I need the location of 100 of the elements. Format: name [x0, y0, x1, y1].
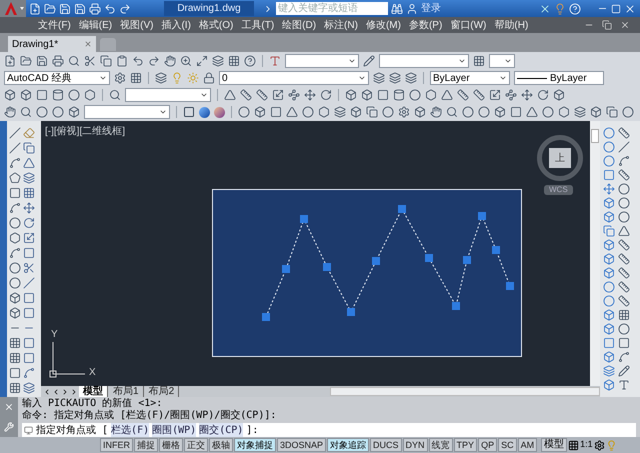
printer-icon[interactable]: [89, 2, 101, 14]
circle-icon[interactable]: [36, 106, 48, 118]
menu-item[interactable]: 插入(I): [161, 18, 191, 32]
circle-icon[interactable]: [603, 295, 615, 307]
triangle-icon[interactable]: [526, 106, 538, 118]
workspace-dropdown[interactable]: AutoCAD 经典: [4, 71, 110, 85]
bulb-icon[interactable]: [554, 2, 566, 14]
close-icon[interactable]: [624, 2, 636, 14]
maximize-icon[interactable]: [611, 4, 621, 14]
circle-icon[interactable]: [622, 106, 634, 118]
status-toggle[interactable]: DUCS: [370, 438, 402, 452]
move-icon[interactable]: [603, 183, 615, 195]
layers-icon[interactable]: [212, 55, 224, 67]
circle-icon[interactable]: [9, 217, 21, 229]
command-option[interactable]: 圈围(WP): [152, 422, 196, 438]
ruler-icon[interactable]: [473, 89, 485, 101]
layers-icon[interactable]: [389, 72, 401, 84]
square-icon[interactable]: [603, 337, 615, 349]
status-toggle[interactable]: 栅格: [159, 438, 183, 452]
ellipse-icon[interactable]: [9, 262, 21, 274]
status-toggle[interactable]: 对象捕捉: [234, 438, 276, 452]
model-space-button[interactable]: 模型: [541, 438, 568, 452]
layer-dropdown[interactable]: 0: [219, 71, 369, 85]
dashed-polyline-drawing[interactable]: [262, 205, 514, 321]
box-icon[interactable]: [345, 89, 357, 101]
box-icon[interactable]: [68, 106, 80, 118]
move-icon[interactable]: [521, 89, 533, 101]
hexagon-icon[interactable]: [84, 89, 96, 101]
box-icon[interactable]: [20, 89, 32, 101]
rotate-icon[interactable]: [320, 89, 332, 101]
view-cube-face[interactable]: 上: [549, 148, 571, 168]
sign-in-link[interactable]: 登录: [421, 1, 441, 16]
box-icon[interactable]: [361, 89, 373, 101]
menu-item[interactable]: 工具(T): [241, 18, 274, 32]
search-icon[interactable]: [20, 106, 32, 118]
menu-item[interactable]: 编辑(E): [78, 18, 112, 32]
layers-icon[interactable]: [574, 106, 586, 118]
curve-icon[interactable]: [9, 157, 21, 169]
search-icon[interactable]: [446, 106, 458, 118]
restore-icon[interactable]: [602, 20, 612, 30]
box-icon[interactable]: [553, 89, 565, 101]
grid-icon[interactable]: [130, 72, 142, 84]
menu-item[interactable]: 标注(N): [324, 18, 358, 32]
user-icon[interactable]: [406, 2, 418, 14]
save-icon[interactable]: [36, 55, 48, 67]
circle-icon[interactable]: [302, 106, 314, 118]
status-toggle[interactable]: 线宽: [428, 438, 453, 452]
copy-icon[interactable]: [100, 55, 112, 67]
status-toggle[interactable]: INFER: [100, 438, 133, 452]
layout-tab[interactable]: 模型: [79, 386, 108, 397]
save-as-icon[interactable]: [74, 2, 86, 14]
layers-icon[interactable]: [373, 72, 385, 84]
move-icon[interactable]: [23, 202, 35, 214]
layers-icon[interactable]: [603, 365, 615, 377]
close-tab-icon[interactable]: [84, 40, 92, 48]
new-file-icon[interactable]: [4, 55, 16, 67]
menu-item[interactable]: 参数(P): [408, 18, 442, 32]
copy-icon[interactable]: [366, 106, 378, 118]
copy-icon[interactable]: [603, 225, 615, 237]
search-icon[interactable]: [68, 55, 80, 67]
status-toggle[interactable]: QP: [478, 438, 498, 452]
zoom-icon[interactable]: [180, 55, 192, 67]
dimension-style-dropdown[interactable]: [379, 54, 469, 68]
menu-item[interactable]: 窗口(W): [450, 18, 486, 32]
hand-icon[interactable]: [164, 55, 176, 67]
menu-item[interactable]: 帮助(H): [494, 18, 528, 32]
box-icon[interactable]: [603, 351, 615, 363]
copy-icon[interactable]: [606, 106, 618, 118]
vertical-scrollbar[interactable]: [590, 121, 600, 386]
wrench-icon[interactable]: [4, 422, 14, 432]
named-view-dropdown[interactable]: [84, 105, 170, 119]
text-style-icon[interactable]: [269, 55, 281, 67]
hexagon-icon[interactable]: [558, 106, 570, 118]
status-toggle[interactable]: AM: [518, 438, 538, 452]
menu-item[interactable]: 格式(O): [198, 18, 234, 32]
box-icon[interactable]: [350, 106, 362, 118]
box-icon[interactable]: [254, 106, 266, 118]
search-icon[interactable]: [109, 89, 121, 101]
clipboard-icon[interactable]: [116, 55, 128, 67]
box-icon[interactable]: [603, 211, 615, 223]
box-icon[interactable]: [603, 309, 615, 321]
previous-tab-icon[interactable]: [52, 388, 60, 396]
rotate-icon[interactable]: [537, 89, 549, 101]
ruler-icon[interactable]: [256, 89, 268, 101]
hand-icon[interactable]: [430, 106, 442, 118]
gear-icon[interactable]: [594, 440, 605, 450]
move-icon[interactable]: [304, 89, 316, 101]
circle-icon[interactable]: [52, 106, 64, 118]
cylinder-icon[interactable]: [52, 89, 64, 101]
triangle-icon[interactable]: [286, 106, 298, 118]
menu-item[interactable]: 文件(F): [38, 18, 71, 32]
square-icon[interactable]: [510, 106, 522, 118]
square-icon[interactable]: [183, 106, 195, 118]
document-tab[interactable]: Drawing1*: [8, 36, 96, 52]
square-icon[interactable]: [36, 89, 48, 101]
layers-icon[interactable]: [334, 106, 346, 118]
line-icon[interactable]: [9, 142, 21, 154]
grid-icon[interactable]: [228, 55, 240, 67]
hand-icon[interactable]: [4, 106, 16, 118]
drawing-viewport[interactable]: [-][俯视][二维线框] 上 WCS Y X: [41, 121, 590, 386]
